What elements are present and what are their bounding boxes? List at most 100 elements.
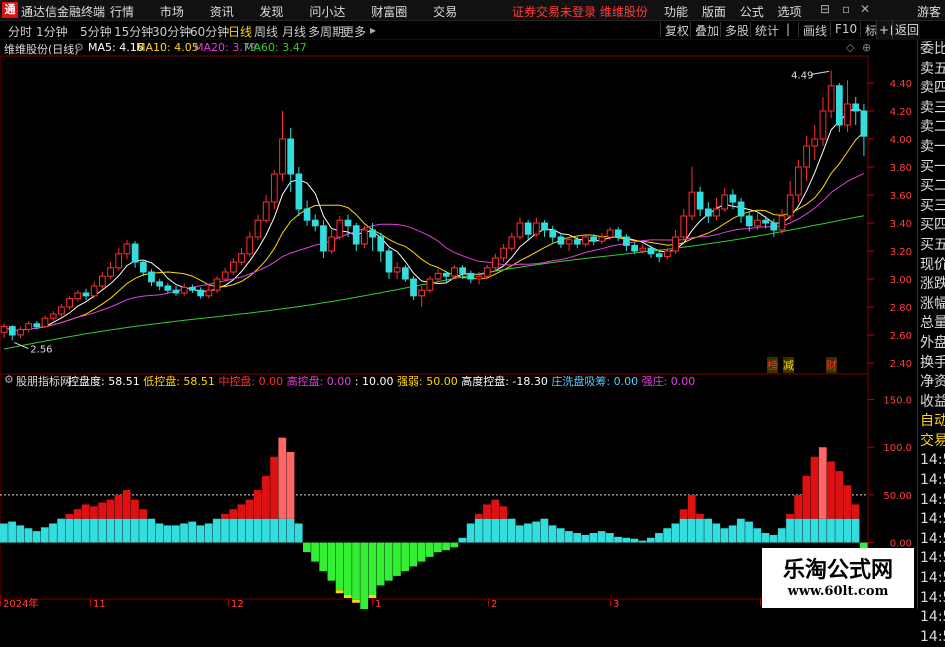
indicator-bar-base — [483, 518, 491, 543]
side-panel-item[interactable]: 净资 — [918, 373, 945, 393]
indicator-bar-base — [171, 525, 180, 543]
side-panel-item[interactable]: 卖一 — [918, 138, 945, 158]
side-panel-item[interactable]: 卖四 — [918, 79, 945, 99]
side-panel-item[interactable]: 14:56 — [918, 471, 945, 491]
indicator-bar-strong — [73, 509, 82, 519]
stock-name[interactable]: 维维股份(日线) — [4, 41, 79, 57]
high-price-label: 4.49 — [791, 70, 813, 81]
watermark: 乐淘公式网 www.60lt.com — [762, 548, 914, 608]
tool-multi-stock[interactable]: 多股 — [720, 22, 753, 38]
period-tab[interactable]: 1分钟 — [36, 23, 68, 40]
side-panel-item[interactable]: 买四 — [918, 216, 945, 236]
period-tab[interactable]: 多周期 — [308, 23, 344, 40]
period-tab[interactable]: 30分钟 — [152, 23, 191, 40]
side-panel-item[interactable]: 买一 — [918, 158, 945, 178]
indicator-bar-strong — [98, 502, 107, 519]
side-panel-item[interactable]: 买五 — [918, 236, 945, 256]
period-tab[interactable]: 周线 — [254, 23, 278, 40]
indicator-name[interactable]: 股朋指标网 — [16, 373, 71, 389]
login-warning[interactable]: 证券交易未登录 维维股份 — [512, 3, 648, 20]
candle-body — [238, 253, 245, 263]
candle-body — [213, 278, 221, 291]
side-panel-item[interactable]: 现价 — [918, 256, 945, 276]
side-panel-item[interactable]: 收益 — [918, 393, 945, 413]
period-tab-active[interactable]: 日线 — [228, 23, 252, 40]
side-panel-item[interactable]: 交易 — [918, 432, 945, 452]
indicator-bar-base — [712, 523, 721, 543]
settings-icon[interactable]: ⚙ — [74, 41, 84, 54]
side-panel-item[interactable]: 14:56 — [918, 569, 945, 589]
side-panel-item[interactable]: 买三 — [918, 197, 945, 217]
close-icon[interactable]: ✕ — [860, 2, 870, 16]
side-panel-item[interactable]: 外盘 — [918, 334, 945, 354]
rank-badge[interactable]: 榜 — [767, 357, 778, 373]
indicator-bar-base — [131, 518, 139, 543]
back-button[interactable]: 返回 — [892, 21, 920, 39]
side-panel-item[interactable]: 14:56 — [918, 628, 945, 647]
side-panel-item[interactable]: 涨跌 — [918, 275, 945, 295]
candle-body — [328, 236, 336, 252]
finance-badge[interactable]: 财 — [826, 357, 837, 373]
more-arrow-icon[interactable]: ▸ — [370, 23, 376, 37]
menu-item-trade[interactable]: 交易 — [433, 5, 457, 19]
maximize-icon[interactable]: ▫ — [842, 2, 850, 16]
candle-body — [811, 138, 819, 147]
kline-chart[interactable]: 4.40 4.20 4.00 3.80 3.60 3.40 3.20 3.00 2.80 2.60… — [0, 40, 917, 609]
indicator-pane-border — [0, 373, 869, 600]
tool-restore-right[interactable]: 复权 — [660, 22, 693, 38]
candle-body — [41, 317, 49, 328]
side-panel-item[interactable]: 14:56 — [918, 451, 945, 471]
menu-item-wealth[interactable]: 财富圈 — [371, 5, 407, 19]
diamond-icon[interactable]: ◇ — [846, 41, 854, 54]
tool-overlay[interactable]: 叠加 — [690, 22, 723, 38]
indicator-bar-negative — [343, 542, 352, 595]
period-tab[interactable]: 60分钟 — [190, 23, 229, 40]
menu-item-ask[interactable]: 问小达 — [309, 5, 345, 19]
menu-item-options[interactable]: 选项 — [778, 5, 802, 19]
menu-item-news[interactable]: 资讯 — [210, 5, 234, 19]
side-panel-item[interactable]: 自动 — [918, 412, 945, 432]
side-panel-item[interactable]: 卖二 — [918, 118, 945, 138]
guest-label[interactable]: 游客 — [917, 3, 941, 20]
side-panel-item[interactable]: 卖五 — [918, 60, 945, 80]
candle-body — [361, 229, 368, 245]
menu-item-function[interactable]: 功能 — [664, 5, 688, 19]
ind-tick-label: 100.0 — [883, 443, 912, 454]
expand-icon[interactable]: ⊕ — [862, 41, 871, 54]
menu-item-market[interactable]: 行情 — [110, 5, 134, 19]
candle-body — [786, 194, 794, 217]
candle-body — [549, 229, 557, 238]
side-panel-item[interactable]: 14:56 — [918, 491, 945, 511]
side-panel-item[interactable]: 14:56 — [918, 530, 945, 550]
side-panel-item[interactable]: 14:56 — [918, 510, 945, 530]
candle-body — [418, 289, 426, 297]
quote-side-panel: 委比 卖五 卖四 卖三 卖二 卖一 买一 买二 买三 买四 买五 现价 涨跌 涨幅 总量 外盘 换手 净资 收益 自动… — [917, 40, 945, 645]
menu-item-formula[interactable]: 公式 — [740, 5, 764, 19]
period-tab-more[interactable]: 更多 — [342, 23, 366, 40]
period-tab[interactable]: 5分钟 — [80, 23, 112, 40]
side-panel-item[interactable]: 买二 — [918, 177, 945, 197]
period-bar: 分时 1分钟 5分钟 15分钟 30分钟 60分钟 日线 周线 月线 多周期 更… — [0, 21, 945, 40]
side-panel-item[interactable]: 换手 — [918, 354, 945, 374]
indicator-bar-base — [188, 521, 197, 543]
tool-stats[interactable]: 统计 — [750, 22, 783, 38]
side-panel-item[interactable]: 14:56 — [918, 608, 945, 628]
side-panel-item[interactable]: 委比 — [918, 40, 945, 60]
tool-f10[interactable]: F10 — [830, 22, 861, 37]
side-panel-item[interactable]: 卖三 — [918, 99, 945, 119]
minimize-icon[interactable]: ⊟ — [820, 2, 830, 16]
menu-item-layout[interactable]: 版面 — [702, 5, 726, 19]
period-tab[interactable]: 月线 — [282, 23, 306, 40]
period-tab[interactable]: 15分钟 — [114, 23, 153, 40]
side-panel-item[interactable]: 14:56 — [918, 549, 945, 569]
menu-item-board[interactable]: 市场 — [160, 5, 184, 19]
indicator-gear-icon[interactable]: ⚙ — [4, 373, 14, 386]
reduce-badge[interactable]: 减 — [783, 357, 794, 373]
side-panel-item[interactable]: 14:56 — [918, 589, 945, 609]
period-tab[interactable]: 分时 — [8, 23, 32, 40]
tool-draw[interactable]: 画线 — [798, 22, 831, 38]
candle-body — [516, 222, 524, 238]
side-panel-item[interactable]: 总量 — [918, 314, 945, 334]
menu-item-discover[interactable]: 发现 — [260, 5, 284, 19]
side-panel-item[interactable]: 涨幅 — [918, 295, 945, 315]
